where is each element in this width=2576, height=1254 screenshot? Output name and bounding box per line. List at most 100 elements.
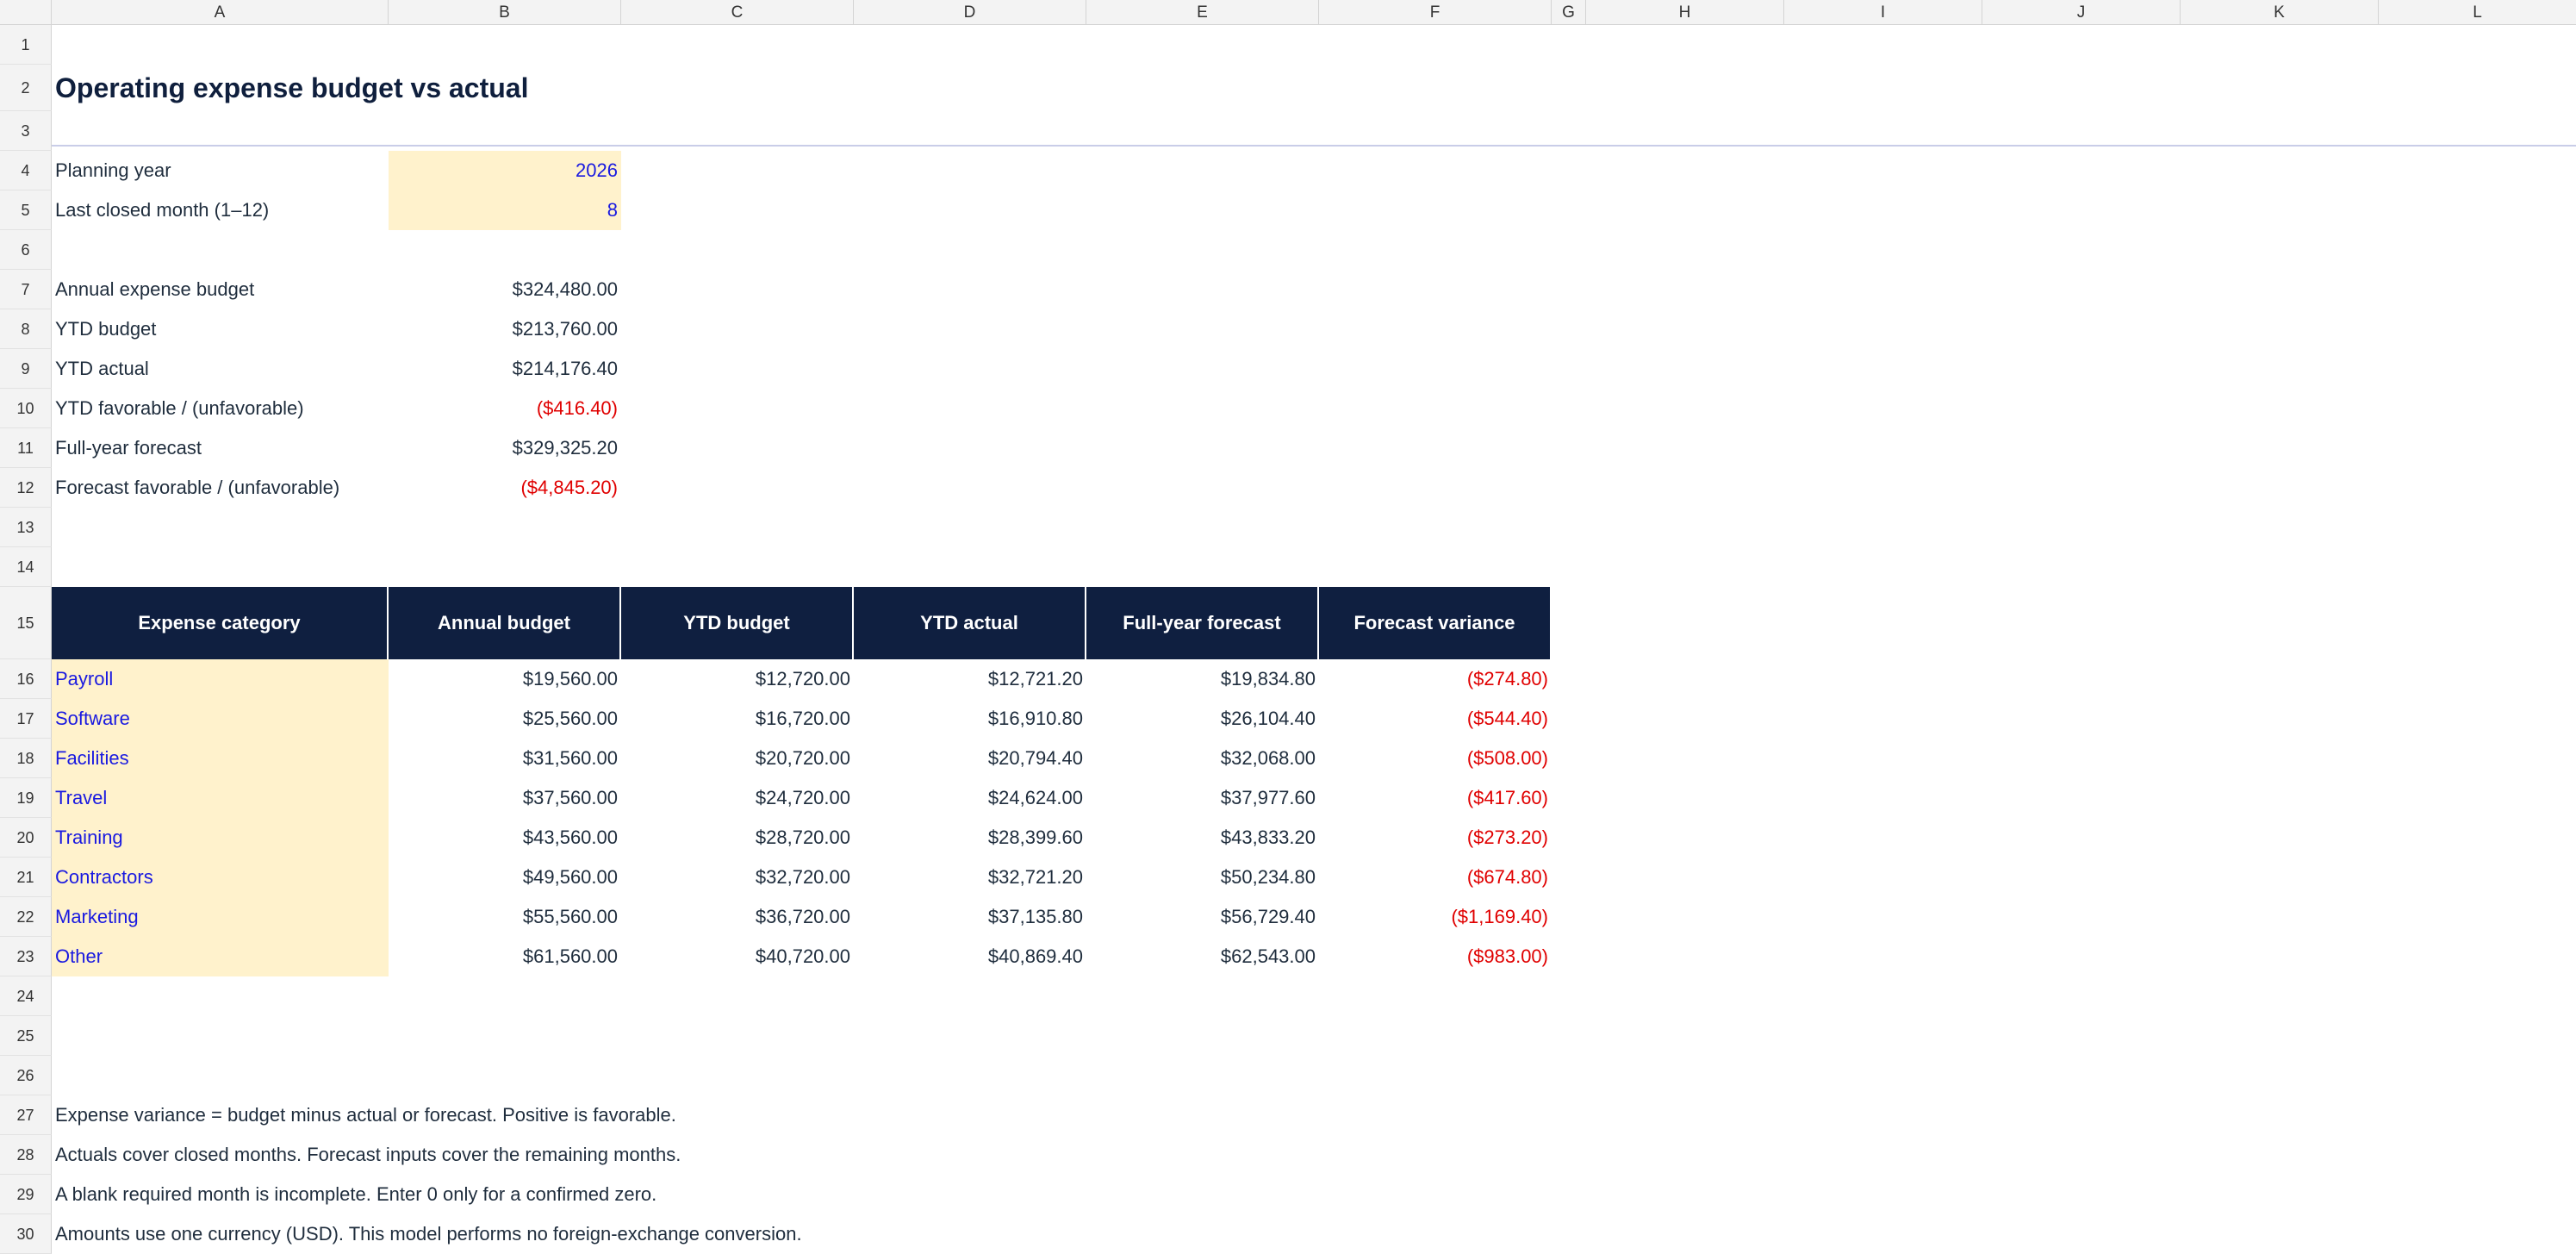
row-header-30[interactable]: 30 [0,1214,52,1254]
category-input-cell[interactable]: Travel [52,778,389,818]
summary-label[interactable]: YTD actual [52,349,389,389]
sheet-title[interactable]: Operating expense budget vs actual [52,65,1086,111]
column-header-h[interactable]: H [1586,0,1784,25]
column-header-f[interactable]: F [1319,0,1552,25]
category-input-cell[interactable]: Marketing [52,897,389,937]
last-closed-month-input[interactable]: 8 [389,190,621,230]
column-header-e[interactable]: E [1086,0,1319,25]
row-header-28[interactable]: 28 [0,1135,52,1175]
table-cell[interactable]: $19,834.80 [1086,659,1319,699]
note-text[interactable]: Expense variance = budget minus actual o… [52,1095,1552,1135]
summary-value[interactable]: $329,325.20 [389,428,621,468]
table-header-cell[interactable]: Expense category [52,587,389,659]
table-cell[interactable]: $61,560.00 [389,937,621,976]
row-header-12[interactable]: 12 [0,468,52,508]
table-cell[interactable]: ($544.40) [1319,699,1552,739]
table-cell[interactable]: $40,869.40 [854,937,1086,976]
summary-value[interactable]: ($4,845.20) [389,468,621,508]
table-cell[interactable]: $25,560.00 [389,699,621,739]
table-cell[interactable]: $49,560.00 [389,858,621,897]
row-header-15[interactable]: 15 [0,587,52,659]
summary-label[interactable]: Annual expense budget [52,270,389,309]
row-header-21[interactable]: 21 [0,858,52,897]
row-header-6[interactable]: 6 [0,230,52,270]
row-header-19[interactable]: 19 [0,778,52,818]
table-header-cell[interactable]: YTD actual [854,587,1086,659]
table-cell[interactable]: $37,135.80 [854,897,1086,937]
note-text[interactable]: Amounts use one currency (USD). This mod… [52,1214,1552,1254]
column-header-g[interactable]: G [1552,0,1586,25]
table-cell[interactable]: $32,068.00 [1086,739,1319,778]
row-header-13[interactable]: 13 [0,508,52,547]
table-header-cell[interactable]: YTD budget [621,587,854,659]
table-cell[interactable]: $20,794.40 [854,739,1086,778]
table-cell[interactable]: ($417.60) [1319,778,1552,818]
table-cell[interactable]: $24,720.00 [621,778,854,818]
table-cell[interactable]: ($1,169.40) [1319,897,1552,937]
row-header-2[interactable]: 2 [0,65,52,111]
row-header-18[interactable]: 18 [0,739,52,778]
summary-value[interactable]: $213,760.00 [389,309,621,349]
summary-label[interactable]: Forecast favorable / (unfavorable) [52,468,389,508]
table-cell[interactable]: $16,720.00 [621,699,854,739]
note-text[interactable]: Actuals cover closed months. Forecast in… [52,1135,1552,1175]
column-header-k[interactable]: K [2181,0,2379,25]
table-cell[interactable]: ($674.80) [1319,858,1552,897]
table-cell[interactable]: $19,560.00 [389,659,621,699]
planning-year-input[interactable]: 2026 [389,151,621,190]
freeze-pane-line[interactable] [52,145,2576,147]
row-header-8[interactable]: 8 [0,309,52,349]
row-header-22[interactable]: 22 [0,897,52,937]
row-header-20[interactable]: 20 [0,818,52,858]
row-header-5[interactable]: 5 [0,190,52,230]
table-cell[interactable]: ($983.00) [1319,937,1552,976]
table-cell[interactable]: $16,910.80 [854,699,1086,739]
summary-label[interactable]: YTD budget [52,309,389,349]
row-header-9[interactable]: 9 [0,349,52,389]
row-header-25[interactable]: 25 [0,1016,52,1056]
row-header-17[interactable]: 17 [0,699,52,739]
planning-year-label[interactable]: Planning year [52,151,389,190]
column-header-d[interactable]: D [854,0,1086,25]
column-header-c[interactable]: C [621,0,854,25]
table-cell[interactable]: $26,104.40 [1086,699,1319,739]
row-header-16[interactable]: 16 [0,659,52,699]
table-cell[interactable]: $37,977.60 [1086,778,1319,818]
summary-label[interactable]: Full-year forecast [52,428,389,468]
category-input-cell[interactable]: Other [52,937,389,976]
table-cell[interactable]: $31,560.00 [389,739,621,778]
table-cell[interactable]: $12,720.00 [621,659,854,699]
table-cell[interactable]: $28,399.60 [854,818,1086,858]
row-header-11[interactable]: 11 [0,428,52,468]
summary-label[interactable]: YTD favorable / (unfavorable) [52,389,389,428]
table-header-cell[interactable]: Annual budget [389,587,621,659]
summary-value[interactable]: ($416.40) [389,389,621,428]
row-header-29[interactable]: 29 [0,1175,52,1214]
table-cell[interactable]: $12,721.20 [854,659,1086,699]
row-header-14[interactable]: 14 [0,547,52,587]
table-cell[interactable]: ($508.00) [1319,739,1552,778]
row-header-4[interactable]: 4 [0,151,52,190]
column-header-l[interactable]: L [2379,0,2576,25]
table-header-cell[interactable]: Full-year forecast [1086,587,1319,659]
column-header-a[interactable]: A [52,0,389,25]
column-header-i[interactable]: I [1784,0,1982,25]
column-header-b[interactable]: B [389,0,621,25]
row-header-3[interactable]: 3 [0,111,52,151]
row-header-1[interactable]: 1 [0,25,52,65]
row-header-10[interactable]: 10 [0,389,52,428]
table-cell[interactable]: ($274.80) [1319,659,1552,699]
table-cell[interactable]: $55,560.00 [389,897,621,937]
last-closed-month-label[interactable]: Last closed month (1–12) [52,190,389,230]
row-header-26[interactable]: 26 [0,1056,52,1095]
row-header-24[interactable]: 24 [0,976,52,1016]
category-input-cell[interactable]: Software [52,699,389,739]
row-header-7[interactable]: 7 [0,270,52,309]
table-cell[interactable]: $62,543.00 [1086,937,1319,976]
row-header-27[interactable]: 27 [0,1095,52,1135]
table-cell[interactable]: $56,729.40 [1086,897,1319,937]
summary-value[interactable]: $324,480.00 [389,270,621,309]
table-cell[interactable]: $24,624.00 [854,778,1086,818]
row-header-23[interactable]: 23 [0,937,52,976]
category-input-cell[interactable]: Contractors [52,858,389,897]
